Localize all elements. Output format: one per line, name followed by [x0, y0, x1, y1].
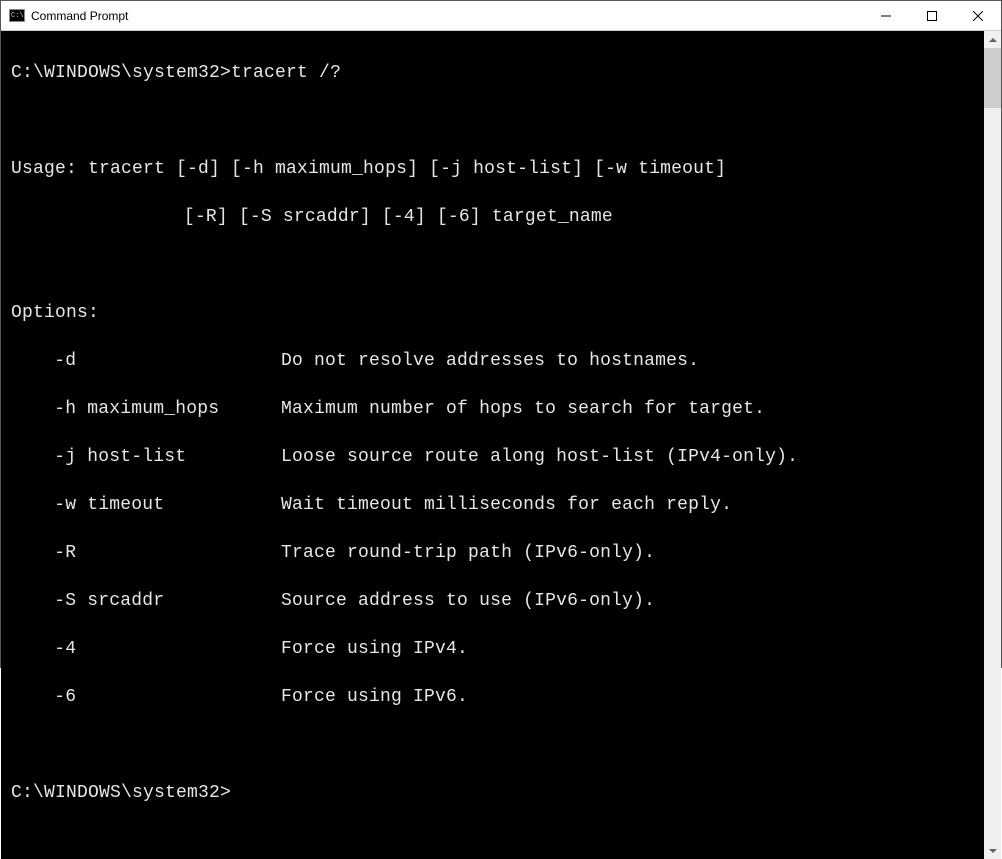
content-area: C:\WINDOWS\system32>tracert /? Usage: tr…	[1, 31, 1001, 859]
option-row: -w timeoutWait timeout milliseconds for …	[11, 493, 978, 517]
option-desc: Loose source route along host-list (IPv4…	[281, 445, 798, 469]
vertical-scrollbar[interactable]	[984, 31, 1001, 859]
scroll-down-button[interactable]	[984, 842, 1001, 859]
option-desc: Trace round-trip path (IPv6-only).	[281, 541, 655, 565]
option-desc: Maximum number of hops to search for tar…	[281, 397, 765, 421]
command-text: tracert /?	[231, 63, 341, 83]
titlebar[interactable]: C:\ Command Prompt	[1, 1, 1001, 31]
usage-line-1: Usage: tracert [-d] [-h maximum_hops] [-…	[11, 157, 978, 181]
option-flag: -6	[54, 685, 281, 709]
current-prompt: C:\WINDOWS\system32>	[11, 781, 978, 805]
window-title: Command Prompt	[31, 9, 128, 23]
usage-text-2: [-R] [-S srcaddr] [-4] [-6] target_name	[184, 207, 613, 227]
command-prompt-window: C:\ Command Prompt C:\WINDOWS\system32>t…	[0, 0, 1002, 668]
option-row: -dDo not resolve addresses to hostnames.	[11, 349, 978, 373]
option-flag: -d	[54, 349, 281, 373]
usage-text-1: tracert [-d] [-h maximum_hops] [-j host-…	[88, 159, 726, 179]
option-row: -4Force using IPv4.	[11, 637, 978, 661]
option-row: -h maximum_hopsMaximum number of hops to…	[11, 397, 978, 421]
option-flag: -R	[54, 541, 281, 565]
options-header: Options:	[11, 301, 978, 325]
option-desc: Source address to use (IPv6-only).	[281, 589, 655, 613]
app-icon: C:\	[9, 8, 25, 24]
minimize-button[interactable]	[863, 1, 909, 31]
prompt-text: C:\WINDOWS\system32>	[11, 63, 231, 83]
option-desc: Force using IPv4.	[281, 637, 468, 661]
scroll-track[interactable]	[984, 48, 1001, 842]
maximize-button[interactable]	[909, 1, 955, 31]
close-button[interactable]	[955, 1, 1001, 31]
option-row: -j host-listLoose source route along hos…	[11, 445, 978, 469]
usage-line-2: [-R] [-S srcaddr] [-4] [-6] target_name	[11, 205, 978, 229]
option-row: -S srcaddrSource address to use (IPv6-on…	[11, 589, 978, 613]
option-row: -RTrace round-trip path (IPv6-only).	[11, 541, 978, 565]
option-flag: -S srcaddr	[54, 589, 281, 613]
blank-line	[11, 253, 978, 277]
prompt-text: C:\WINDOWS\system32>	[11, 783, 231, 803]
option-flag: -4	[54, 637, 281, 661]
option-desc: Do not resolve addresses to hostnames.	[281, 349, 699, 373]
option-flag: -w timeout	[54, 493, 281, 517]
svg-text:C:\: C:\	[11, 12, 24, 20]
option-desc: Wait timeout milliseconds for each reply…	[281, 493, 732, 517]
blank-line	[11, 109, 978, 133]
option-row: -6Force using IPv6.	[11, 685, 978, 709]
scroll-up-button[interactable]	[984, 31, 1001, 48]
blank-line	[11, 733, 978, 757]
option-flag: -j host-list	[54, 445, 281, 469]
usage-label: Usage:	[11, 159, 88, 179]
terminal-output[interactable]: C:\WINDOWS\system32>tracert /? Usage: tr…	[1, 31, 984, 859]
option-desc: Force using IPv6.	[281, 685, 468, 709]
command-line: C:\WINDOWS\system32>tracert /?	[11, 61, 978, 85]
option-flag: -h maximum_hops	[54, 397, 281, 421]
scroll-thumb[interactable]	[984, 48, 1001, 108]
